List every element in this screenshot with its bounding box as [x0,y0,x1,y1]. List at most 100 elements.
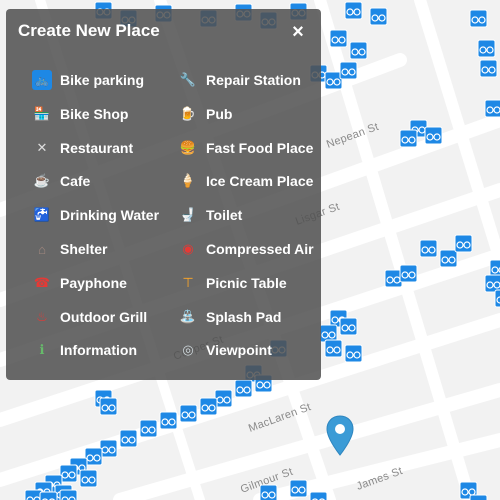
bike-parking-marker[interactable] [489,259,500,278]
bike-parking-marker[interactable] [39,491,58,500]
payphone-icon: ☎ [33,274,51,290]
bike-parking-marker[interactable] [339,317,358,336]
bike-parking-marker[interactable] [344,1,363,20]
place-type-drinking-water[interactable]: 🚰 Drinking Water [32,204,159,226]
splash-pad-icon: ⛲ [179,308,197,324]
place-type-label: Viewpoint [206,342,272,359]
bike-parking-marker[interactable] [139,419,158,438]
bike-parking-marker[interactable] [24,489,43,500]
place-type-label: Splash Pad [206,308,282,325]
place-type-viewpoint[interactable]: ◎ Viewpoint [178,339,272,361]
bike-parking-marker[interactable] [494,289,500,308]
place-type-pub[interactable]: 🍺 Pub [178,103,233,125]
bike-parking-marker[interactable] [477,39,496,58]
bike-parking-marker[interactable] [479,59,498,78]
place-type-payphone[interactable]: ☎ Payphone [32,272,127,294]
shelter-icon: ⌂ [38,241,46,257]
ice-cream-icon: 🍦 [179,173,197,189]
bike-parking-marker[interactable] [324,71,343,90]
location-pin-icon[interactable] [325,415,355,457]
picnic-table-icon: ⊤ [182,274,194,290]
place-type-label: Restaurant [60,139,134,156]
place-type-label: Drinking Water [60,207,160,224]
place-type-picnic-table[interactable]: ⊤ Picnic Table [178,272,287,294]
create-place-dialog: Create New Place × 🚲 Bike parking 🔧 Repair … [6,9,321,380]
place-type-label: Payphone [60,274,127,291]
bike-parking-marker[interactable] [199,397,218,416]
restaurant-icon: ✕ [36,139,48,155]
place-type-label: Toilet [206,207,243,224]
bike-parking-marker[interactable] [159,411,178,430]
bike-parking-marker[interactable] [319,324,338,343]
place-type-cafe[interactable]: ☕ Cafe [32,170,90,192]
viewpoint-icon: ◎ [182,342,194,358]
place-type-repair-station[interactable]: 🔧 Repair Station [178,69,301,91]
place-type-fast-food[interactable]: 🍔 Fast Food Place [178,137,313,159]
bike-parking-marker[interactable] [259,484,278,500]
bike-parking-marker[interactable] [344,344,363,363]
bike-parking-marker[interactable] [329,29,348,48]
place-type-shelter[interactable]: ⌂ Shelter [32,238,107,260]
bike-parking-icon: 🚲 [32,70,52,90]
bike-parking-marker[interactable] [99,397,118,416]
bike-parking-marker[interactable] [399,129,418,148]
bike-parking-marker[interactable] [214,389,233,408]
compressed-air-icon: ◉ [182,241,194,256]
bike-parking-marker[interactable] [79,469,98,488]
bike-parking-marker[interactable] [419,239,438,258]
place-type-label: Bike Shop [60,105,129,122]
bike-parking-marker[interactable] [289,479,308,498]
place-type-label: Information [60,342,137,359]
pub-icon: 🍺 [179,105,197,121]
place-type-bike-parking[interactable]: 🚲 Bike parking [32,69,144,91]
toilet-icon: 🚽 [179,207,197,223]
place-type-label: Shelter [60,241,108,257]
bike-parking-marker[interactable] [399,264,418,283]
bike-shop-icon: 🏪 [33,105,51,121]
bike-parking-marker[interactable] [369,7,388,26]
bike-parking-marker[interactable] [384,269,403,288]
bike-parking-marker[interactable] [59,464,78,483]
place-type-label: Bike parking [60,72,145,88]
bike-parking-marker[interactable] [179,404,198,423]
close-button[interactable]: × [286,21,310,45]
bike-parking-marker[interactable] [439,249,458,268]
bike-parking-marker[interactable] [454,234,473,253]
place-type-label: Repair Station [206,72,301,88]
fast-food-icon: 🍔 [179,139,197,155]
bike-parking-marker[interactable] [469,9,488,28]
place-type-label: Cafe [60,173,91,190]
bike-parking-marker[interactable] [424,126,443,145]
bike-parking-marker[interactable] [309,491,328,500]
bike-parking-marker[interactable] [339,61,358,80]
bike-parking-marker[interactable] [99,439,118,458]
place-type-label: Fast Food Place [206,139,314,156]
bike-parking-marker[interactable] [484,274,500,293]
place-type-bike-shop[interactable]: 🏪 Bike Shop [32,103,129,125]
bike-parking-marker[interactable] [349,41,368,60]
bike-parking-marker[interactable] [119,429,138,448]
bike-parking-marker[interactable] [469,494,488,500]
place-type-information[interactable]: ℹ Information [32,339,137,361]
dialog-title: Create New Place [18,21,160,40]
place-type-label: Pub [206,105,233,122]
bike-parking-marker[interactable] [324,339,343,358]
place-type-ice-cream[interactable]: 🍦 Ice Cream Place [178,170,314,192]
place-type-toilet[interactable]: 🚽 Toilet [178,204,242,226]
place-type-label: Compressed Air [206,241,314,257]
repair-station-icon: 🔧 [179,72,197,87]
bike-parking-marker[interactable] [84,447,103,466]
place-type-restaurant[interactable]: ✕ Restaurant [32,137,134,159]
place-type-label: Picnic Table [206,274,287,291]
outdoor-grill-icon: ♨ [36,308,48,324]
drinking-water-icon: 🚰 [33,207,51,223]
place-type-splash-pad[interactable]: ⛲ Splash Pad [178,306,282,328]
place-type-label: Outdoor Grill [60,308,148,325]
place-type-outdoor-grill[interactable]: ♨ Outdoor Grill [32,306,147,328]
cafe-icon: ☕ [33,173,51,189]
place-type-label: Ice Cream Place [206,173,314,190]
bike-parking-marker[interactable] [59,489,78,500]
place-type-compressed-air[interactable]: ◉ Compressed Air [178,238,314,260]
bike-parking-marker[interactable] [234,379,253,398]
bike-parking-marker[interactable] [484,99,500,118]
